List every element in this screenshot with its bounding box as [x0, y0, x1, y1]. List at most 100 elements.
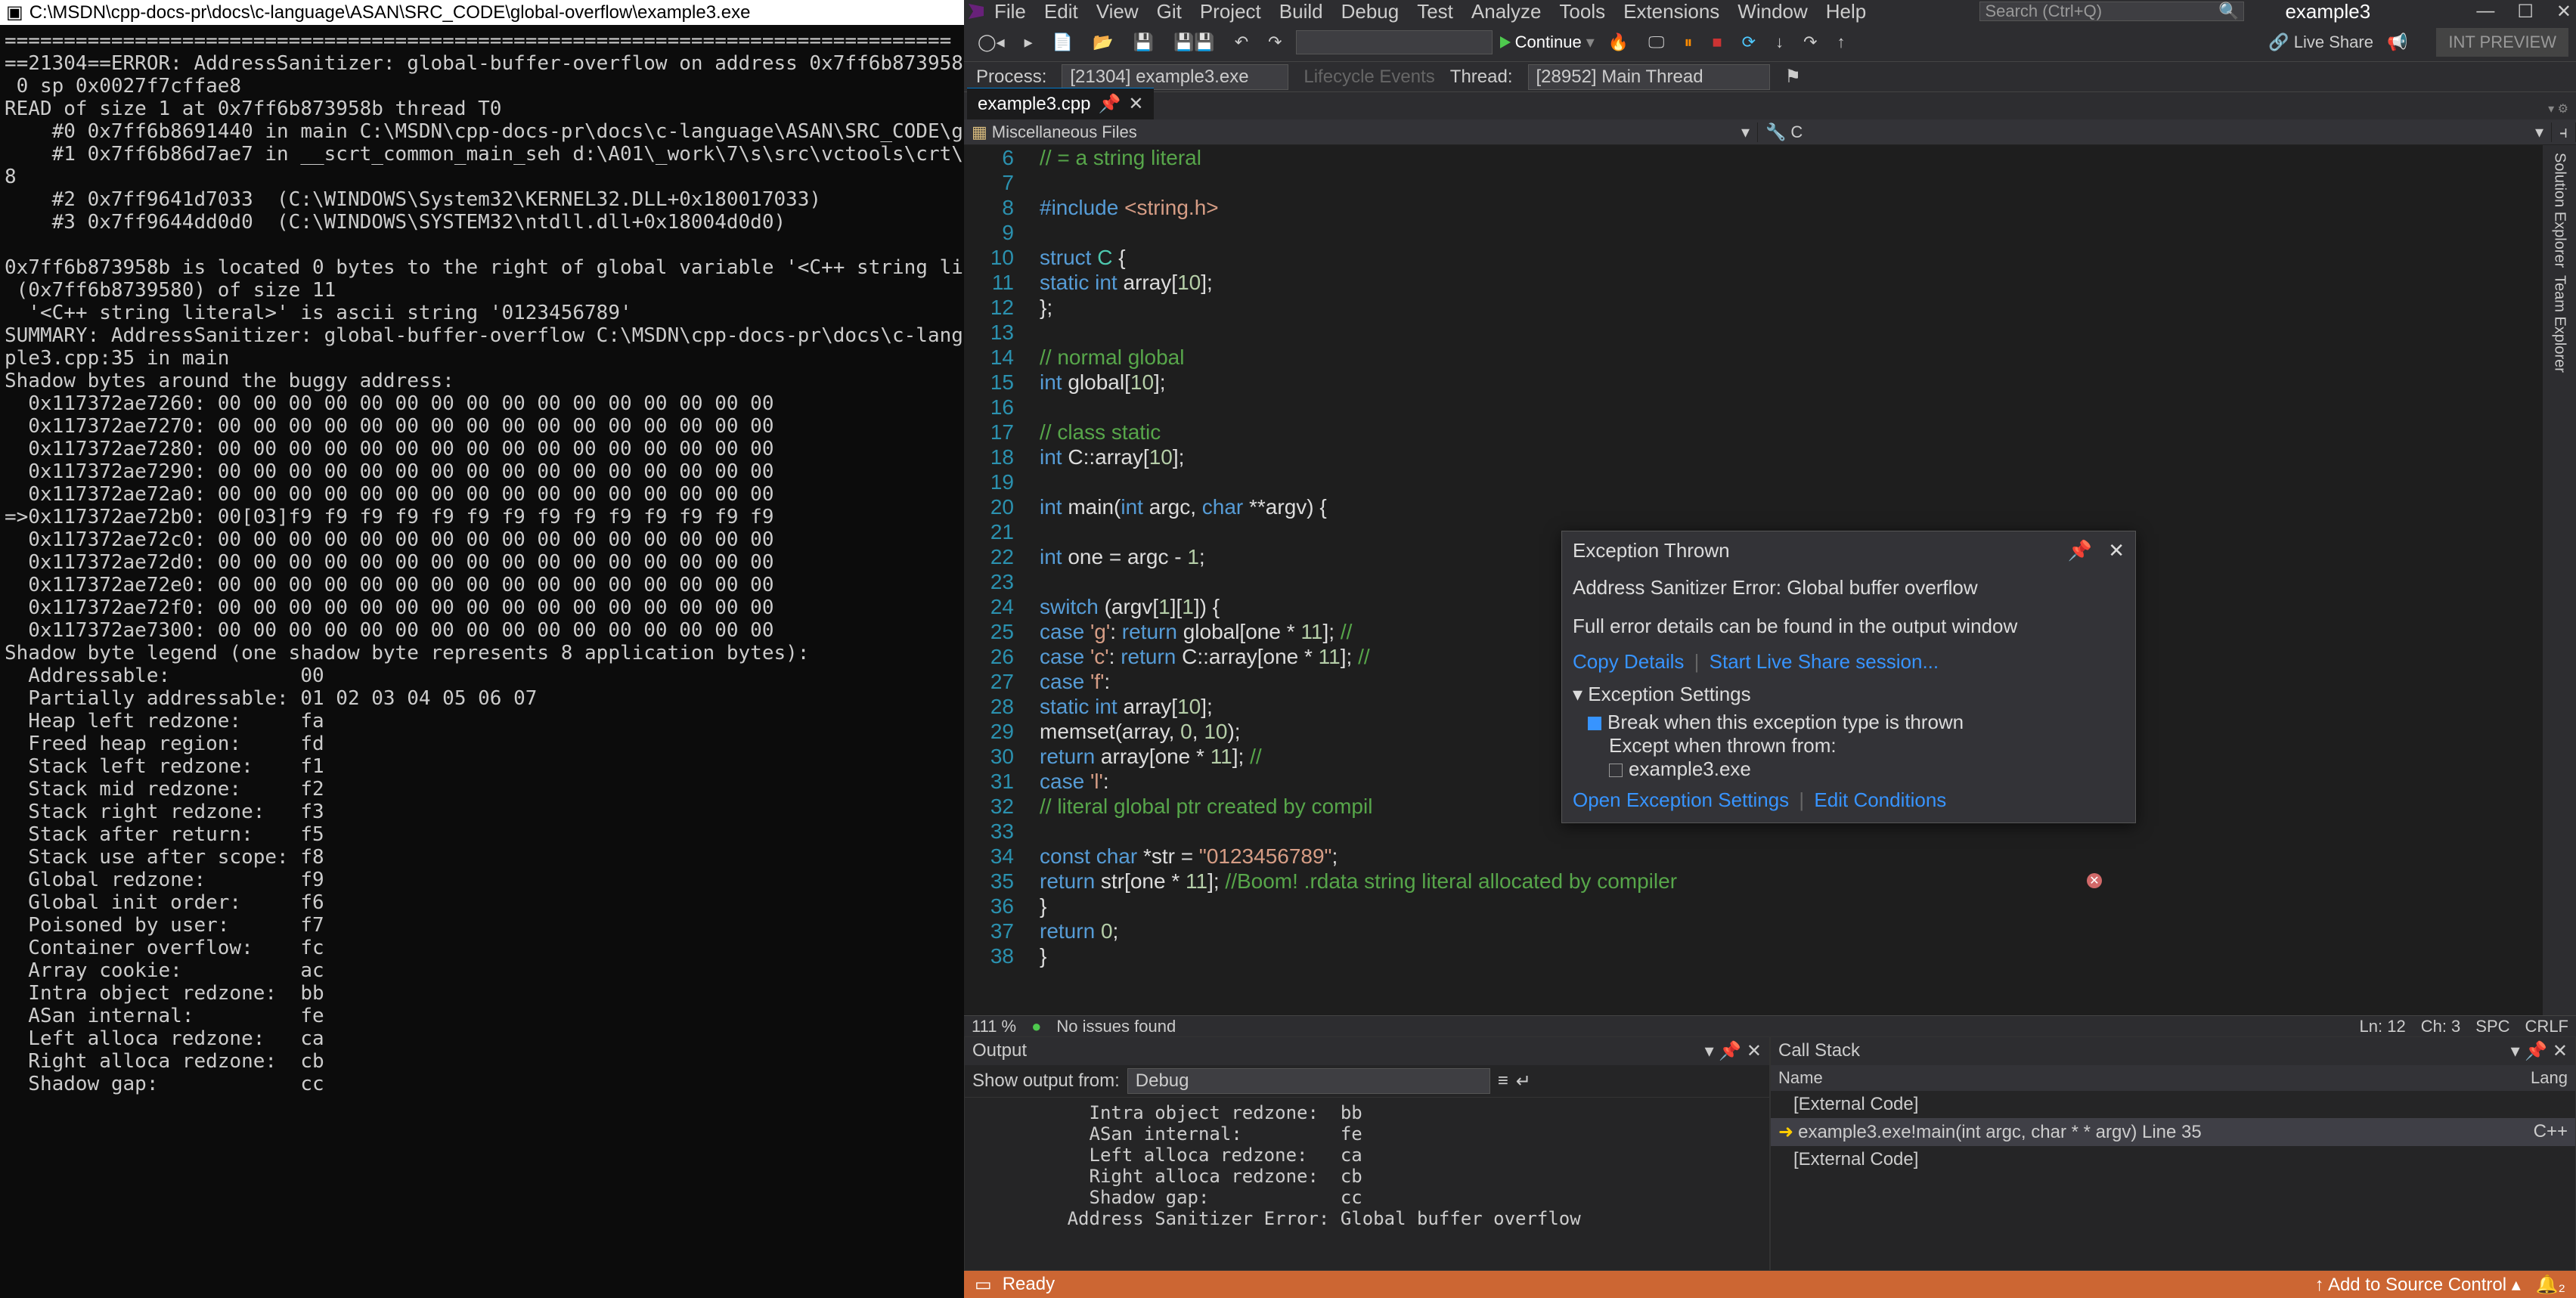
- exception-detail: Full error details can be found in the o…: [1573, 615, 2125, 638]
- col-lang[interactable]: Lang: [2507, 1068, 2568, 1088]
- console-title-text: C:\MSDN\cpp-docs-pr\docs\c-language\ASAN…: [29, 2, 751, 23]
- ok-icon: ●: [1031, 1017, 1041, 1036]
- break-when-checkbox[interactable]: [1588, 717, 1601, 730]
- ready-label: Ready: [1003, 1274, 1055, 1295]
- flag-icon[interactable]: ⚑: [1785, 66, 1802, 88]
- main-toolbar: ◯◂ ▸ 📄 📂 💾 💾💾 ↶ ↷ Continue ▾ 🔥 🖵 ⏸ ■ ⟳ ↓…: [964, 23, 2576, 62]
- new-item-icon[interactable]: 📄: [1046, 29, 1079, 55]
- debug-badge-icon: ▭: [975, 1274, 992, 1296]
- liveshare-icon: 🔗: [2268, 33, 2289, 51]
- stop-icon[interactable]: ■: [1706, 29, 1728, 55]
- callstack-title: Call Stack: [1778, 1040, 1860, 1062]
- code-editor[interactable]: 6789101112131415161718192021222324252627…: [964, 145, 2543, 1015]
- scope-dropdown[interactable]: ▦ Miscellaneous Files ▾: [964, 122, 1758, 142]
- clear-icon[interactable]: ≡: [1498, 1070, 1508, 1092]
- search-icon: 🔍: [2218, 2, 2239, 21]
- dropdown-icon[interactable]: ▾: [1705, 1041, 1714, 1061]
- split-icon[interactable]: ⫞: [2552, 122, 2576, 142]
- issues-label[interactable]: No issues found: [1056, 1017, 1176, 1036]
- open-exception-settings-link[interactable]: Open Exception Settings: [1573, 788, 1789, 811]
- thread-label: Thread:: [1450, 67, 1513, 88]
- pin-icon[interactable]: 📌: [1098, 93, 1121, 115]
- save-icon[interactable]: 💾: [1127, 29, 1160, 55]
- error-marker-icon[interactable]: ✕: [2087, 873, 2102, 888]
- vs-titlebar[interactable]: FileEditViewGitProjectBuildDebugTestAnal…: [964, 0, 2576, 23]
- editor-status: 111 % ● No issues found Ln: 12 Ch: 3 SPC…: [964, 1015, 2576, 1036]
- config-dropdown[interactable]: [1296, 30, 1493, 54]
- redo-icon[interactable]: ↷: [1262, 29, 1288, 55]
- restart-icon[interactable]: ⟳: [1736, 29, 1762, 55]
- close-button[interactable]: ✕: [2556, 1, 2571, 23]
- exception-message: Address Sanitizer Error: Global buffer o…: [1573, 576, 2125, 599]
- continue-button[interactable]: Continue ▾: [1500, 33, 1595, 52]
- open-icon[interactable]: 📂: [1087, 29, 1119, 55]
- callstack-panel: Call Stack ▾ 📌 ✕ Name Lang [External Cod…: [1770, 1036, 2576, 1271]
- add-source-control[interactable]: ↑ Add to Source Control ▴: [2315, 1274, 2521, 1296]
- int-preview-badge: INT PREVIEW: [2436, 28, 2568, 57]
- step-over-icon[interactable]: ↷: [1797, 29, 1823, 55]
- close-tab-icon[interactable]: ✕: [1128, 93, 1143, 115]
- process-label: Process:: [976, 67, 1046, 88]
- show-output-label: Show output from:: [972, 1070, 1120, 1092]
- pause-icon[interactable]: ⏸: [1678, 29, 1698, 55]
- copy-details-link[interactable]: Copy Details: [1573, 650, 1684, 673]
- debug-location-toolbar: Process: [21304] example3.exe Lifecycle …: [964, 62, 2576, 92]
- step-into-icon[interactable]: ↓: [1769, 29, 1790, 55]
- minimize-button[interactable]: —: [2476, 1, 2494, 23]
- debug-target-icon[interactable]: 🖵: [1642, 29, 1670, 55]
- eol-indicator[interactable]: CRLF: [2525, 1017, 2568, 1036]
- search-placeholder: Search (Ctrl+Q): [1985, 2, 2102, 21]
- code-navbar: ▦ Miscellaneous Files ▾ 🔧 C ▾ ⫞: [964, 119, 2576, 145]
- chevron-down-icon[interactable]: ▾: [1586, 33, 1595, 52]
- close-icon[interactable]: ✕: [2553, 1041, 2568, 1061]
- pin-popup-icon[interactable]: 📌: [2068, 539, 2092, 562]
- undo-icon[interactable]: ↶: [1229, 29, 1254, 55]
- module-checkbox[interactable]: [1609, 764, 1623, 777]
- callstack-row[interactable]: [External Code]: [1771, 1146, 2575, 1173]
- close-icon[interactable]: ✕: [1747, 1041, 1762, 1061]
- tab-overflow-icon[interactable]: ▾ ⚙: [2540, 98, 2576, 119]
- line-indicator[interactable]: Ln: 12: [2360, 1017, 2406, 1036]
- nav-fwd-icon[interactable]: ▸: [1018, 29, 1039, 55]
- notifications-icon[interactable]: 🔔₂: [2536, 1274, 2565, 1296]
- feedback-icon[interactable]: 📢: [2381, 29, 2413, 55]
- maximize-button[interactable]: ☐: [2517, 1, 2534, 23]
- tab-example3[interactable]: example3.cpp 📌 ✕: [967, 88, 1154, 119]
- step-out-icon[interactable]: ↑: [1831, 29, 1852, 55]
- indent-indicator[interactable]: SPC: [2475, 1017, 2509, 1036]
- output-source-dropdown[interactable]: Debug: [1127, 1068, 1490, 1094]
- output-panel: Output ▾ 📌 ✕ Show output from: Debug ≡ ↵…: [964, 1036, 1770, 1271]
- team-explorer-tab[interactable]: Team Explorer: [2551, 275, 2568, 373]
- wrap-icon[interactable]: ↵: [1516, 1070, 1531, 1092]
- window-buttons: — ☐ ✕: [2476, 1, 2571, 23]
- output-title: Output: [972, 1040, 1027, 1062]
- callstack-row[interactable]: [External Code]: [1771, 1091, 2575, 1118]
- nav-back-icon[interactable]: ◯◂: [972, 29, 1011, 55]
- line-numbers: 6789101112131415161718192021222324252627…: [964, 145, 1025, 968]
- console-titlebar[interactable]: ▣ C:\MSDN\cpp-docs-pr\docs\c-language\AS…: [0, 0, 964, 25]
- liveshare-button[interactable]: 🔗 Live Share: [2268, 33, 2373, 52]
- close-popup-icon[interactable]: ✕: [2108, 539, 2125, 562]
- start-liveshare-link[interactable]: Start Live Share session...: [1710, 650, 1939, 673]
- zoom-level[interactable]: 111 %: [972, 1017, 1016, 1036]
- visual-studio-window: FileEditViewGitProjectBuildDebugTestAnal…: [964, 0, 2576, 1298]
- save-all-icon[interactable]: 💾💾: [1167, 29, 1221, 55]
- pin-icon[interactable]: 📌: [2525, 1041, 2547, 1061]
- exception-settings-header[interactable]: ▾ Exception Settings: [1573, 683, 2125, 706]
- output-text[interactable]: Intra object redzone: bb ASan internal: …: [965, 1098, 1769, 1270]
- col-indicator[interactable]: Ch: 3: [2421, 1017, 2461, 1036]
- dropdown-icon[interactable]: ▾: [2511, 1041, 2520, 1061]
- member-dropdown[interactable]: 🔧 C ▾: [1758, 122, 2552, 142]
- solution-explorer-tab[interactable]: Solution Explorer: [2551, 153, 2568, 268]
- quick-search[interactable]: Search (Ctrl+Q) 🔍: [1979, 2, 2244, 21]
- col-name[interactable]: Name: [1778, 1068, 2507, 1088]
- console-output[interactable]: ========================================…: [0, 25, 964, 1298]
- exception-title: Exception Thrown: [1573, 539, 1730, 562]
- edit-conditions-link[interactable]: Edit Conditions: [1814, 788, 1946, 811]
- callstack-row[interactable]: ➜example3.exe!main(int argc, char * * ar…: [1771, 1118, 2575, 1146]
- thread-dropdown[interactable]: [28952] Main Thread: [1528, 64, 1770, 90]
- console-window: ▣ C:\MSDN\cpp-docs-pr\docs\c-language\AS…: [0, 0, 964, 1298]
- pin-icon[interactable]: 📌: [1719, 1041, 1741, 1061]
- process-dropdown[interactable]: [21304] example3.exe: [1062, 64, 1288, 90]
- hot-reload-icon[interactable]: 🔥: [1602, 29, 1635, 55]
